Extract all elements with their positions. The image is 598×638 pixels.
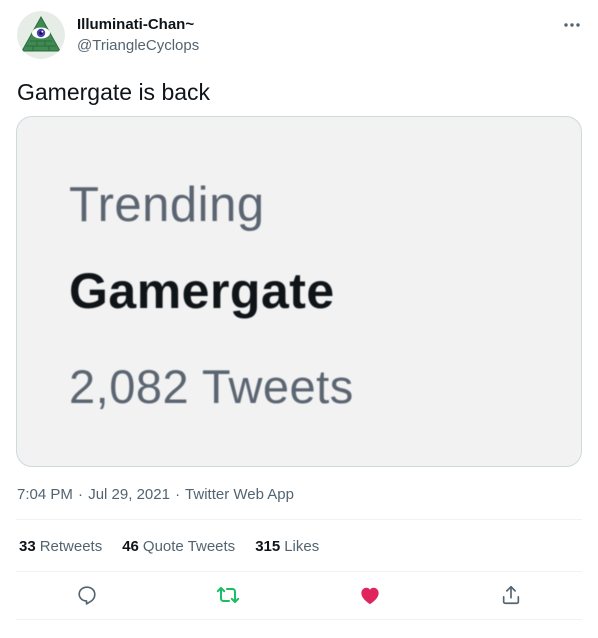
tweet-time-link[interactable]: 7:04 PM (17, 486, 73, 503)
retweets-count: 33 (19, 538, 36, 555)
share-icon (502, 585, 520, 605)
likes-label: Likes (284, 538, 320, 555)
divider (16, 571, 582, 572)
media-tweet-count: 2,082 Tweets (69, 360, 354, 413)
share-button[interactable] (499, 583, 523, 607)
reply-button[interactable] (75, 583, 99, 607)
illuminati-eye-avatar-icon (17, 11, 65, 59)
retweets-label: Retweets (39, 538, 103, 555)
user-handle[interactable]: @TriangleCyclops (77, 36, 199, 56)
retweet-icon (216, 587, 240, 603)
quote-tweets-label: Quote Tweets (142, 538, 236, 555)
likes-count: 315 (255, 538, 281, 555)
ellipsis-icon (564, 23, 580, 27)
retweets-stat[interactable]: 33 Retweets (19, 537, 102, 557)
more-options-button[interactable] (560, 13, 584, 37)
tweet-timestamp-line: 7:04 PM · Jul 29, 2021 · Twitter Web App (17, 485, 294, 505)
divider (16, 619, 582, 620)
quote-tweets-count: 46 (122, 538, 139, 555)
divider (16, 519, 582, 520)
tweet-date-link[interactable]: Jul 29, 2021 (88, 486, 170, 503)
tweet-source-link[interactable]: Twitter Web App (185, 486, 294, 503)
tweet-stats: 33 Retweets 46 Quote Tweets 315 Likes (19, 537, 339, 557)
tweet-media-image[interactable]: Trending Gamergate 2,082 Tweets (16, 116, 582, 467)
heart-icon (361, 587, 379, 605)
likes-stat[interactable]: 315 Likes (255, 537, 319, 557)
meta-separator: · (78, 486, 84, 503)
avatar[interactable] (17, 11, 65, 59)
quote-tweets-stat[interactable]: 46 Quote Tweets (122, 537, 235, 557)
media-topic-label: Gamergate (69, 263, 335, 319)
tweet-text: Gamergate is back (17, 79, 211, 105)
display-name[interactable]: Illuminati-Chan~ (77, 15, 194, 35)
meta-separator: · (175, 486, 181, 503)
reply-icon (78, 586, 96, 605)
retweet-button[interactable] (216, 583, 240, 607)
media-trending-label: Trending (69, 178, 265, 232)
tweet-action-bar (16, 583, 582, 607)
like-button[interactable] (358, 583, 382, 607)
